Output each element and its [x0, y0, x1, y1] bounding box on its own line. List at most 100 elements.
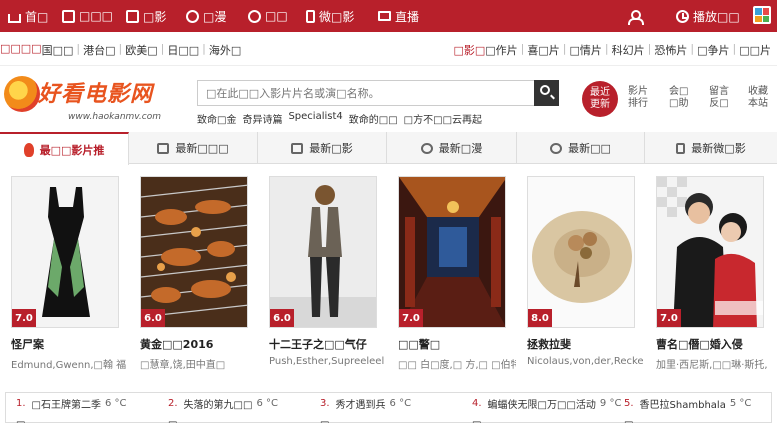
genre-link[interactable]: □□片 [739, 42, 771, 58]
search-box [197, 80, 559, 106]
logo-swirl-icon [4, 76, 40, 112]
region-link[interactable]: 日□□ [167, 42, 199, 58]
movie-cast: □□ 白□度,□ 方,□ □伯特 [398, 360, 516, 371]
tab-micro-film[interactable]: 最新微□影 [645, 132, 777, 164]
genre-link[interactable]: □作片 [485, 42, 517, 58]
search-input[interactable] [198, 81, 536, 105]
movie-poster[interactable]: 6.0 [140, 176, 248, 328]
tab-anime[interactable]: 最新□漫 [387, 132, 517, 164]
movie-cast: 加里·西尼斯,□□琳·斯托, [656, 360, 768, 371]
nav-anime[interactable]: □漫 [186, 0, 226, 32]
app-grid-icon[interactable] [753, 6, 771, 24]
site-header: 好看电影网 www.haokanmv.com 致命□金 奇异诗篇 Special… [0, 66, 777, 132]
ranking-item[interactable]: 5. 香巴拉Shambhala 5 °C [624, 393, 751, 413]
hot-word-link[interactable]: Specialist4 [288, 111, 342, 126]
recent-updates-button[interactable]: 最近 更新 [582, 81, 618, 117]
nav-live[interactable]: 直播 [378, 0, 419, 32]
movie-title[interactable]: 怪尸案 [11, 336, 129, 352]
region-link[interactable]: 港台□ [83, 42, 115, 58]
ranking-item[interactable]: 4. 蝙蝠侠无限□万□□活动 9 °C [472, 393, 621, 413]
rating-badge: 6.0 [270, 309, 294, 327]
user-button[interactable] [628, 0, 644, 32]
hot-word-link[interactable]: 奇异诗篇 [242, 111, 282, 126]
tv-icon [62, 9, 75, 23]
movie-poster[interactable]: 7.0 [11, 176, 119, 328]
rating-badge: 7.0 [12, 309, 36, 327]
ranking-item[interactable]: 1. □石王牌第二季 6 °C [16, 393, 127, 413]
hot-word-link[interactable]: 致命的□□ [349, 111, 398, 126]
hot-word-link[interactable]: 致命□金 [197, 111, 236, 126]
movie-title[interactable]: 黄金□□2016 [140, 336, 258, 352]
rating-badge: 7.0 [399, 309, 423, 327]
movie-cast: Push,Esther,Supreeleel [269, 356, 385, 367]
movie-cast: □慧章,饶,田中直□ [140, 360, 226, 371]
ranking-item[interactable]: □ [16, 415, 25, 423]
model-poster-image [270, 177, 376, 327]
phone-icon [306, 9, 315, 23]
content-tabs: 最□□影片推 最新□□□ 最新□影 最新□漫 最新□□ 最新微□影 [0, 132, 777, 165]
nav-micro-film[interactable]: 微□影 [306, 0, 354, 32]
couple-poster-image [657, 177, 763, 327]
movie-poster[interactable]: 7.0 [656, 176, 764, 328]
nav-home[interactable]: 首□ [8, 0, 48, 32]
disc-icon [550, 142, 563, 154]
flame-icon [23, 142, 34, 157]
nav-film[interactable]: □影 [126, 0, 166, 32]
phone-icon [676, 142, 686, 154]
disc-icon [248, 9, 261, 23]
genre-link[interactable]: 科幻片 [612, 42, 645, 58]
hot-word-link[interactable]: □方不□□云再起 [404, 111, 482, 126]
dress-poster-image [42, 187, 90, 317]
tab-variety[interactable]: 最新□□ [517, 132, 645, 164]
region-link[interactable]: 国□□ [42, 42, 74, 58]
nav-tv[interactable]: □□□ [62, 0, 113, 32]
history-button[interactable]: 播放□□ [676, 0, 740, 32]
category-bar: □□□□ 国□□ | 港台□ | 欧美□ | 日□□ | 海外□ □影□ □作片 | 喜□… [0, 32, 777, 66]
anime-icon [186, 9, 199, 23]
ranking-link[interactable]: 影片 排行 [628, 86, 648, 110]
tv-icon [157, 142, 170, 154]
ranking-item[interactable]: □ [320, 415, 329, 423]
rating-badge: 8.0 [528, 309, 552, 327]
genre-link[interactable]: □情片 [570, 42, 602, 58]
bookmark-link[interactable]: 收藏 本站 [748, 86, 768, 110]
rating-badge: 7.0 [657, 309, 681, 327]
movie-title[interactable]: 拯救拉斐 [527, 336, 645, 352]
region-link[interactable]: 海外□ [209, 42, 241, 58]
search-button[interactable] [534, 80, 559, 106]
site-logo[interactable]: 好看电影网 www.haokanmv.com [4, 74, 174, 130]
genre-heading: □影□ [453, 44, 486, 57]
ranking-item[interactable]: 3. 秀才遇到兵 6 °C [320, 393, 411, 413]
hot-search-words: 致命□金 奇异诗篇 Specialist4 致命的□□ □方不□□云再起 [197, 111, 482, 126]
feedback-link[interactable]: 留言 反□ [709, 86, 729, 110]
hat-poster-image [528, 177, 634, 327]
home-icon [8, 13, 21, 23]
movie-poster[interactable]: 6.0 [269, 176, 377, 328]
grill-poster-image [141, 177, 247, 327]
ranking-item[interactable]: □ [472, 415, 481, 423]
genre-link[interactable]: 恐怖片 [654, 42, 687, 58]
film-icon [126, 9, 139, 23]
region-heading: □□□□ [0, 42, 42, 55]
monitor-icon [378, 11, 391, 21]
region-link[interactable]: 欧美□ [125, 42, 157, 58]
ranking-item[interactable]: □ [168, 415, 177, 423]
movie-title[interactable]: 十二王子之□□气仔 [269, 336, 387, 352]
tab-recommended[interactable]: 最□□影片推 [0, 132, 129, 165]
movie-poster[interactable]: 7.0 [398, 176, 506, 328]
movie-poster[interactable]: 8.0 [527, 176, 635, 328]
movie-title[interactable]: 曹名□僭□婚入侵 [656, 336, 774, 352]
genre-link[interactable]: □争片 [697, 42, 729, 58]
nav-variety[interactable]: □□ [248, 0, 288, 32]
movie-cast: Nicolaus,von,der,Recke [527, 356, 644, 367]
user-icon [628, 9, 644, 25]
movie-title[interactable]: □□警□ [398, 336, 516, 352]
tab-tv[interactable]: 最新□□□ [129, 132, 258, 164]
rating-badge: 6.0 [141, 309, 165, 327]
member-help-link[interactable]: 会□ □助 [669, 86, 688, 110]
genre-link[interactable]: 喜□片 [527, 42, 559, 58]
ranking-item[interactable]: □ [624, 415, 633, 423]
tab-movies[interactable]: 最新□影 [258, 132, 387, 164]
genre-links: □影□ □作片 | 喜□片 | □情片 | 科幻片 | 恐怖片 | □争片 | □□片 [453, 42, 771, 58]
ranking-item[interactable]: 2. 失落的第九□□ 6 °C [168, 393, 278, 413]
